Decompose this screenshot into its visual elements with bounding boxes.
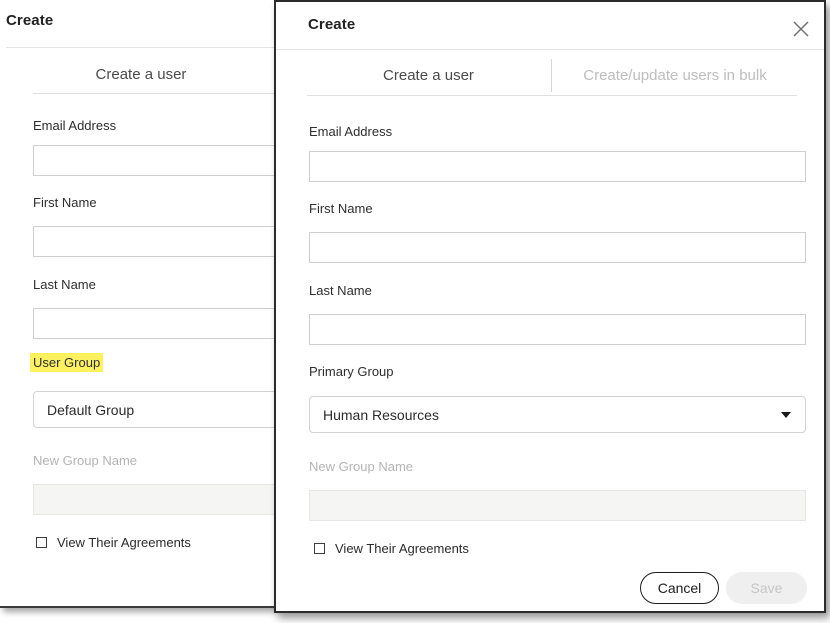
- close-icon[interactable]: [792, 20, 810, 38]
- input-last-name[interactable]: [309, 314, 806, 345]
- background-label-first-name: First Name: [33, 195, 97, 210]
- input-new-group-name: [309, 490, 806, 521]
- background-label-email-address: Email Address: [33, 118, 117, 133]
- background-tabs-underline: [33, 93, 275, 94]
- background-checkbox-view-their-agreements[interactable]: View Their Agreements: [36, 535, 191, 550]
- dialog-header-divider: [276, 49, 824, 50]
- checkbox-icon[interactable]: [36, 537, 47, 548]
- background-dialog-content: Create Create a user Create/update users…: [0, 0, 275, 606]
- dialog-title: Create: [308, 16, 356, 33]
- tab-bar: Create a user Create/update users in bul…: [306, 57, 798, 93]
- checkbox-icon[interactable]: [314, 543, 325, 554]
- input-first-name[interactable]: [309, 232, 806, 263]
- background-header-divider: [6, 47, 275, 48]
- chevron-down-icon: [781, 411, 791, 418]
- tabs-underline: [307, 95, 797, 96]
- input-email-address[interactable]: [309, 151, 806, 182]
- checkbox-view-their-agreements[interactable]: View Their Agreements: [314, 541, 469, 556]
- checkbox-label: View Their Agreements: [335, 541, 469, 556]
- background-input-email-address[interactable]: [33, 145, 275, 176]
- background-label-new-group-name: New Group Name: [33, 453, 138, 468]
- label-first-name: First Name: [309, 201, 373, 216]
- background-tab-bar: Create a user Create/update users in bul…: [6, 56, 275, 92]
- background-label-last-name: Last Name: [33, 277, 96, 292]
- label-primary-group: Primary Group: [309, 364, 394, 379]
- create-dialog: Create Create a user Create/update users…: [274, 0, 826, 613]
- background-select-user-group[interactable]: Default Group: [33, 391, 275, 428]
- background-dialog-title: Create: [6, 12, 54, 29]
- background-input-first-name[interactable]: [33, 226, 275, 257]
- background-label-user-group-highlighted: User Group: [30, 353, 104, 372]
- background-input-last-name[interactable]: [33, 308, 275, 339]
- background-checkbox-label: View Their Agreements: [57, 535, 191, 550]
- cancel-button[interactable]: Cancel: [640, 572, 719, 604]
- tab-create-update-users-in-bulk[interactable]: Create/update users in bulk: [552, 67, 798, 84]
- label-email-address: Email Address: [309, 124, 393, 139]
- dialog-header: Create: [276, 2, 824, 49]
- background-create-dialog: Create Create a user Create/update users…: [0, 0, 277, 608]
- tab-create-a-user[interactable]: Create a user: [306, 67, 551, 84]
- select-primary-group[interactable]: Human Resources: [309, 396, 806, 433]
- background-tab-create-a-user[interactable]: Create a user: [6, 66, 275, 83]
- label-last-name: Last Name: [309, 283, 372, 298]
- select-primary-group-value: Human Resources: [323, 406, 439, 423]
- screenshot-root: Create Create a user Create/update users…: [0, 0, 830, 623]
- background-select-user-group-value: Default Group: [47, 401, 135, 418]
- background-input-new-group-name: [33, 484, 275, 515]
- label-new-group-name: New Group Name: [309, 459, 414, 474]
- background-dialog-header: Create: [0, 0, 275, 47]
- save-button: Save: [726, 572, 807, 604]
